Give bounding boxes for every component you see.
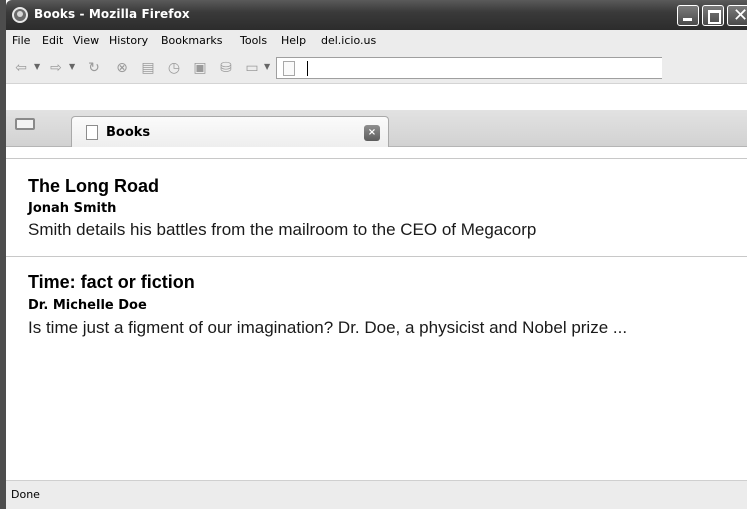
tab-books[interactable]: Books × <box>71 116 389 147</box>
status-text: Done <box>11 488 40 501</box>
text-cursor <box>307 61 308 76</box>
bookmarks-dropdown-icon[interactable]: ▼ <box>264 62 270 71</box>
tag-icon[interactable]: ⛁ <box>218 60 234 76</box>
list-all-tabs-button[interactable] <box>11 115 39 135</box>
maximize-button[interactable] <box>702 5 724 26</box>
page-icon <box>283 61 295 76</box>
menu-bookmarks[interactable]: Bookmarks <box>161 34 222 47</box>
forward-history-dropdown-icon[interactable]: ▼ <box>69 62 75 71</box>
book-title: The Long Road <box>28 176 159 196</box>
tab-strip: Books × <box>6 110 747 147</box>
minimize-button[interactable] <box>677 5 699 26</box>
title-bar: Books - Mozilla Firefox ✕ <box>6 0 747 30</box>
bookmarks-menu-icon[interactable]: ▭ <box>244 60 260 76</box>
menu-file[interactable]: File <box>12 34 30 47</box>
window-title: Books - Mozilla Firefox <box>34 7 190 21</box>
back-history-dropdown-icon[interactable]: ▼ <box>34 62 40 71</box>
menu-help[interactable]: Help <box>281 34 306 47</box>
status-bar: Done <box>6 480 747 509</box>
menu-edit[interactable]: Edit <box>42 34 63 47</box>
menu-delicious[interactable]: del.icio.us <box>321 34 376 47</box>
book-author: Dr. Michelle Doe <box>28 298 147 313</box>
reload-icon[interactable]: ↻ <box>86 60 102 76</box>
screen-grab-icon[interactable]: ▣ <box>192 60 208 76</box>
book-description: Is time just a figment of our imaginatio… <box>28 318 628 337</box>
page-content: The Long Road Jonah Smith Smith details … <box>6 148 747 480</box>
forward-icon[interactable]: ⇨ <box>48 60 64 76</box>
menu-tools[interactable]: Tools <box>240 34 267 47</box>
browser-window: Books - Mozilla Firefox ✕ File Edit View… <box>0 0 747 509</box>
top-divider <box>6 158 747 159</box>
book-divider <box>6 256 747 257</box>
firefox-logo-icon <box>12 7 28 23</box>
document-icon <box>86 125 98 140</box>
menu-history[interactable]: History <box>109 34 148 47</box>
back-icon[interactable]: ⇦ <box>13 60 29 76</box>
book-title: Time: fact or fiction <box>28 272 195 292</box>
book-author: Jonah Smith <box>28 201 117 216</box>
tabs-list-icon <box>15 118 35 130</box>
tab-label: Books <box>106 125 151 140</box>
stop-icon[interactable]: ⊗ <box>114 60 130 76</box>
book-description: Smith details his battles from the mailr… <box>28 220 537 239</box>
print-icon[interactable]: ▤ <box>140 60 156 76</box>
close-icon: ✕ <box>733 5 747 26</box>
url-input[interactable] <box>276 57 662 79</box>
close-tab-icon[interactable]: × <box>364 125 380 141</box>
history-icon[interactable]: ◷ <box>166 60 182 76</box>
menu-bar: File Edit View History Bookmarks Tools H… <box>6 30 747 52</box>
close-window-button[interactable]: ✕ <box>727 5 747 26</box>
menu-view[interactable]: View <box>73 34 99 47</box>
